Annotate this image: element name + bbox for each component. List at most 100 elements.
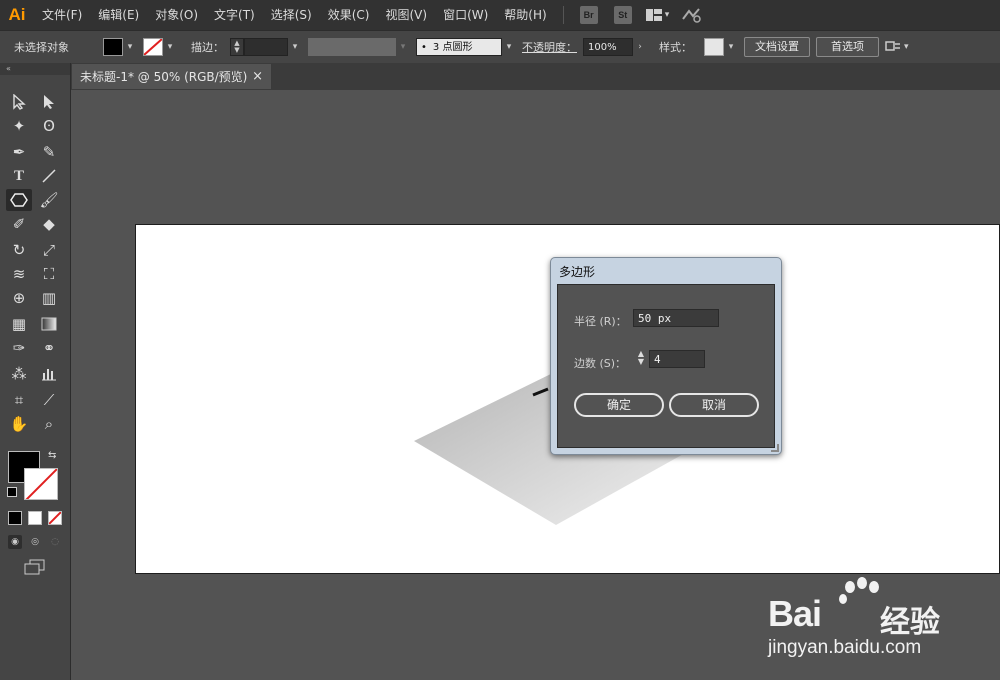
menu-edit[interactable]: 编辑(E) bbox=[90, 0, 147, 30]
line-segment-tool-icon[interactable] bbox=[36, 165, 62, 187]
chevron-down-icon: ▾ bbox=[664, 10, 670, 20]
column-graph-tool-icon[interactable] bbox=[36, 363, 62, 385]
ok-button[interactable]: 确定 bbox=[574, 393, 664, 417]
stock-button[interactable]: St bbox=[613, 6, 632, 24]
sides-label: 边数 (S)： bbox=[574, 357, 627, 370]
color-mode-icon[interactable] bbox=[8, 511, 22, 525]
bridge-button[interactable]: Br bbox=[579, 6, 598, 24]
lasso-tool-icon[interactable]: ʘ bbox=[36, 115, 62, 137]
menu-view[interactable]: 视图(V) bbox=[377, 0, 435, 30]
gpu-performance-icon[interactable] bbox=[681, 7, 703, 23]
curvature-tool-icon[interactable]: ✎ bbox=[36, 141, 62, 163]
resize-grip-icon[interactable] bbox=[771, 444, 779, 452]
stroke-weight-stepper[interactable]: ▲ ▼ bbox=[230, 38, 244, 56]
paintbrush-tool-icon[interactable]: 🖌 bbox=[36, 189, 62, 211]
chevron-down-icon[interactable]: ▾ bbox=[396, 38, 410, 56]
none-mode-icon[interactable] bbox=[48, 511, 62, 525]
draw-normal-icon[interactable]: ◉ bbox=[8, 535, 22, 549]
dialog-title: 多边形 bbox=[559, 265, 596, 279]
scale-tool-icon[interactable]: ⤢ bbox=[36, 239, 62, 261]
zoom-tool-icon[interactable]: ⌕ bbox=[36, 413, 62, 435]
menu-window[interactable]: 窗口(W) bbox=[435, 0, 496, 30]
menu-object[interactable]: 对象(O) bbox=[147, 0, 206, 30]
menu-file[interactable]: 文件(F) bbox=[34, 0, 90, 30]
draw-behind-icon[interactable]: ◎ bbox=[28, 535, 42, 549]
document-setup-button[interactable]: 文档设置 bbox=[744, 37, 810, 57]
mesh-tool-icon[interactable]: ▦ bbox=[6, 313, 32, 335]
opacity-label[interactable]: 不透明度： bbox=[516, 39, 583, 55]
menu-select[interactable]: 选择(S) bbox=[263, 0, 320, 30]
style-label: 样式： bbox=[659, 41, 692, 54]
rotate-tool-icon[interactable]: ↻ bbox=[6, 239, 32, 261]
swap-colors-icon[interactable]: ⇆ bbox=[48, 450, 56, 461]
slice-tool-icon[interactable]: ⟋ bbox=[36, 389, 62, 411]
control-bar: 未选择对象 ▾ ▾ 描边： ▲ ▼ ▾ ▾ • 3 点圆形 ▾ 不透明度： 100%… bbox=[0, 30, 1000, 64]
warp-tool-icon[interactable]: ≋ bbox=[6, 263, 32, 285]
dialog-body: 半径 (R)： 50 px 边数 (S)： ▲ ▼ 4 确定 取消 bbox=[557, 284, 775, 448]
graphic-style-swatch[interactable] bbox=[704, 38, 724, 56]
stroke-label: 描边： bbox=[191, 41, 224, 54]
stroke-swatch[interactable] bbox=[143, 38, 163, 56]
eyedropper-tool-icon[interactable]: ✑ bbox=[6, 337, 32, 359]
magic-wand-tool-icon[interactable]: ✦ bbox=[6, 115, 32, 137]
pen-tool-icon[interactable]: ✒ bbox=[6, 141, 32, 163]
stroke-weight-field[interactable] bbox=[244, 38, 288, 56]
menu-separator bbox=[562, 6, 564, 24]
fill-swatch[interactable] bbox=[103, 38, 123, 56]
brush-definition-field[interactable]: • 3 点圆形 bbox=[416, 38, 502, 56]
artboard-tool-icon[interactable]: ⌗ bbox=[6, 389, 32, 411]
tools-panel: « ✦ ʘ ✒ ✎ T 🖌 ✐ ◆ ↻ ⤢ ≋ ⛶ ⊕ ▥ ▦ ✑ ⚭ ⁂ ⌗ … bbox=[0, 63, 71, 680]
menu-help[interactable]: 帮助(H) bbox=[496, 0, 554, 30]
dot-icon: • bbox=[421, 42, 427, 53]
chevron-down-icon[interactable]: ▾ bbox=[724, 38, 738, 56]
selection-status: 未选择对象 bbox=[14, 41, 69, 54]
close-icon[interactable]: × bbox=[252, 69, 263, 84]
radius-label: 半径 (R)： bbox=[574, 315, 627, 328]
symbol-sprayer-tool-icon[interactable]: ⁂ bbox=[6, 363, 32, 385]
opacity-field[interactable]: 100% bbox=[583, 38, 633, 56]
stroke-color-box[interactable] bbox=[24, 468, 58, 500]
shape-builder-tool-icon[interactable]: ⊕ bbox=[6, 287, 32, 309]
brush-definition-value: 3 点圆形 bbox=[432, 42, 473, 53]
cancel-button[interactable]: 取消 bbox=[669, 393, 759, 417]
arrange-documents-icon[interactable]: ▾ bbox=[885, 40, 909, 54]
watermark-brand-cn: 经验 bbox=[880, 605, 940, 640]
perspective-grid-tool-icon[interactable]: ▥ bbox=[36, 287, 62, 309]
radius-input[interactable]: 50 px bbox=[633, 309, 719, 327]
default-colors-icon[interactable] bbox=[7, 487, 17, 497]
menu-bar: Ai 文件(F) 编辑(E) 对象(O) 文字(T) 选择(S) 效果(C) 视… bbox=[0, 0, 1000, 30]
polygon-dialog: 多边形 半径 (R)： 50 px 边数 (S)： ▲ ▼ 4 确定 取消 bbox=[550, 257, 782, 455]
hand-tool-icon[interactable]: ✋ bbox=[6, 413, 32, 435]
blend-tool-icon[interactable]: ⚭ bbox=[36, 337, 62, 359]
chevron-down-icon[interactable]: ▾ bbox=[288, 38, 302, 56]
sides-input[interactable]: 4 bbox=[649, 350, 705, 368]
draw-inside-icon[interactable]: ◌ bbox=[48, 535, 62, 549]
baidu-jingyan-watermark: Bai 经验 jingyan.baidu.com bbox=[760, 575, 990, 675]
menu-effect[interactable]: 效果(C) bbox=[320, 0, 378, 30]
variable-width-profile[interactable] bbox=[308, 38, 396, 56]
chevron-down-icon[interactable]: ▾ bbox=[123, 38, 137, 56]
collapse-panel-icon[interactable]: « bbox=[0, 63, 70, 75]
polygon-tool-icon[interactable] bbox=[6, 189, 32, 211]
menu-type[interactable]: 文字(T) bbox=[206, 0, 263, 30]
type-tool-icon[interactable]: T bbox=[6, 165, 32, 187]
chevron-right-icon[interactable]: › bbox=[633, 38, 647, 56]
document-tab-title: 未标题-1* @ 50% (RGB/预览) bbox=[80, 70, 248, 84]
preferences-button[interactable]: 首选项 bbox=[816, 37, 879, 57]
watermark-brand: Bai bbox=[768, 593, 822, 634]
gradient-mode-icon[interactable] bbox=[28, 511, 42, 525]
eraser-tool-icon[interactable]: ◆ bbox=[36, 213, 62, 235]
chevron-down-icon[interactable]: ▾ bbox=[163, 38, 177, 56]
selection-tool-icon[interactable] bbox=[6, 91, 32, 113]
watermark-url: jingyan.baidu.com bbox=[768, 637, 922, 658]
sides-stepper[interactable]: ▲ ▼ bbox=[635, 350, 647, 368]
direct-selection-tool-icon[interactable] bbox=[36, 91, 62, 113]
screen-mode-icon[interactable] bbox=[24, 559, 46, 575]
workspace-layout-icon[interactable]: ▾ bbox=[645, 9, 670, 21]
chevron-down-icon[interactable]: ▾ bbox=[502, 38, 516, 56]
app-logo: Ai bbox=[8, 5, 26, 24]
tab-document[interactable]: 未标题-1* @ 50% (RGB/预览) × bbox=[72, 64, 272, 89]
gradient-tool-icon[interactable] bbox=[36, 313, 62, 335]
shaper-tool-icon[interactable]: ✐ bbox=[6, 213, 32, 235]
free-transform-tool-icon[interactable]: ⛶ bbox=[36, 263, 62, 285]
